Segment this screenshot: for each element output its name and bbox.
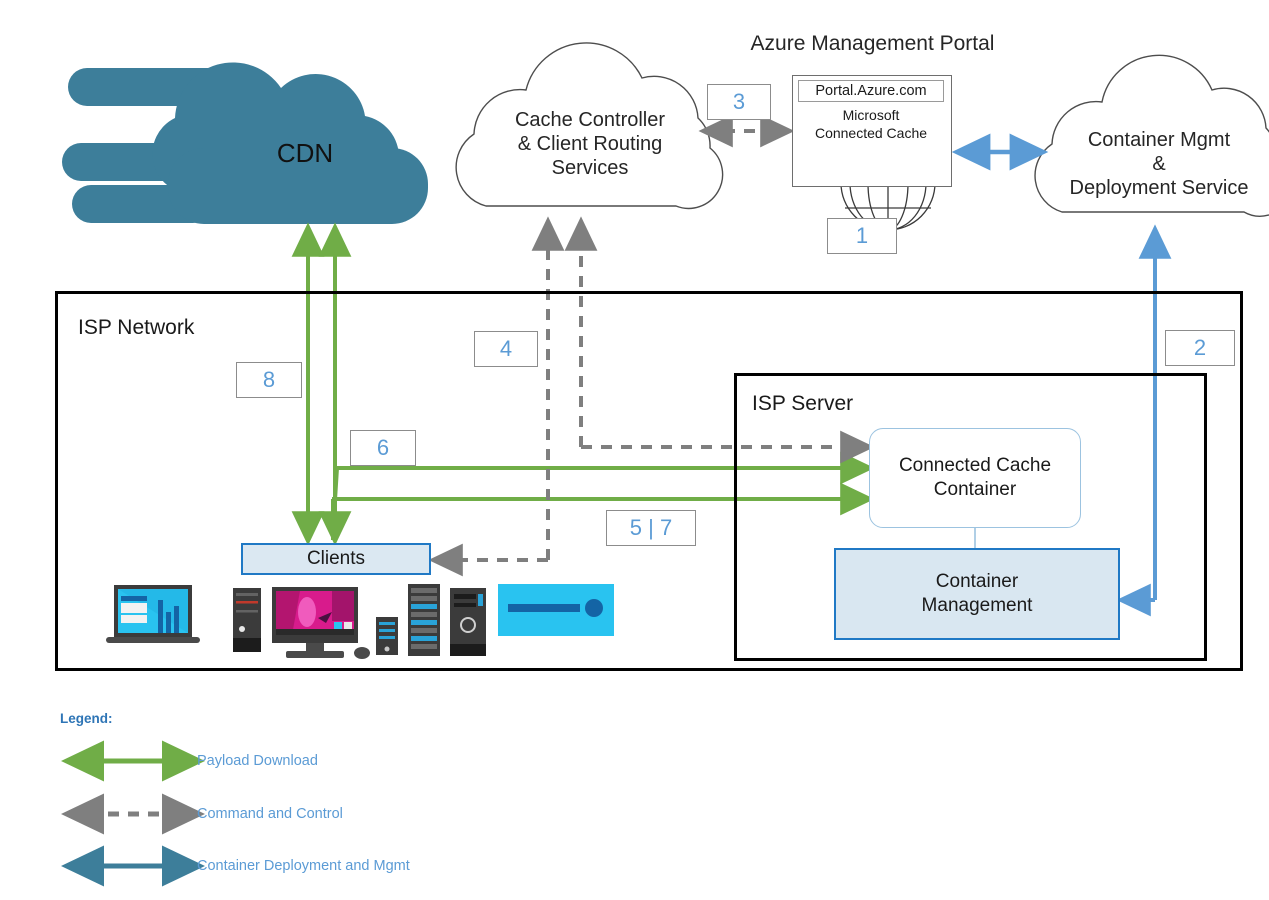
container-mgmt-line2: &: [1152, 153, 1166, 175]
cm-line2: Management: [921, 595, 1033, 616]
azure-portal-title: Azure Management Portal: [750, 32, 995, 55]
clients-box[interactable]: Clients: [241, 543, 431, 575]
legend-title: Legend:: [60, 711, 113, 726]
cc-line2: Container: [933, 479, 1017, 500]
cache-controller-line2: & Client Routing: [517, 133, 663, 155]
legend-label-payload-download: Payload Download: [197, 753, 318, 769]
legend-label-command-and-control: Command and Control: [197, 806, 343, 822]
container-mgmt-line3: Deployment Service: [1069, 177, 1249, 199]
cache-controller-label: Cache Controller & Client Routing Servic…: [470, 108, 710, 180]
connected-cache-container-box[interactable]: Connected Cache Container: [869, 428, 1081, 528]
callout-2: 2: [1165, 330, 1235, 366]
callout-3: 3: [707, 84, 771, 120]
cm-line1: Container: [935, 571, 1019, 593]
cache-controller-line1: Cache Controller: [514, 109, 666, 131]
cdn-label: CDN: [276, 138, 334, 168]
legend-label-container-deployment: Container Deployment and Mgmt: [197, 858, 410, 874]
cc-line1: Connected Cache: [898, 455, 1052, 477]
isp-server-label: ISP Server: [752, 392, 854, 415]
callout-4: 4: [474, 331, 538, 367]
portal-body-line2: Connected Cache: [814, 124, 928, 141]
diagram-canvas: CDN Cache Controller & Client Routing Se…: [0, 0, 1269, 900]
callout-1: 1: [827, 218, 897, 254]
container-mgmt-line1: Container Mgmt: [1087, 129, 1231, 151]
portal-url-bar[interactable]: Portal.Azure.com: [798, 80, 944, 102]
portal-body-text: Microsoft Connected Cache: [792, 107, 950, 142]
container-mgmt-label: Container Mgmt & Deployment Service: [1049, 128, 1269, 200]
callout-8: 8: [236, 362, 302, 398]
callout-6: 6: [350, 430, 416, 466]
isp-network-label: ISP Network: [78, 316, 195, 339]
portal-body-line1: Microsoft: [842, 107, 900, 123]
callout-5-7: 5 | 7: [606, 510, 696, 546]
container-management-box[interactable]: Container Management: [834, 548, 1120, 640]
cache-controller-line3: Services: [551, 157, 629, 179]
